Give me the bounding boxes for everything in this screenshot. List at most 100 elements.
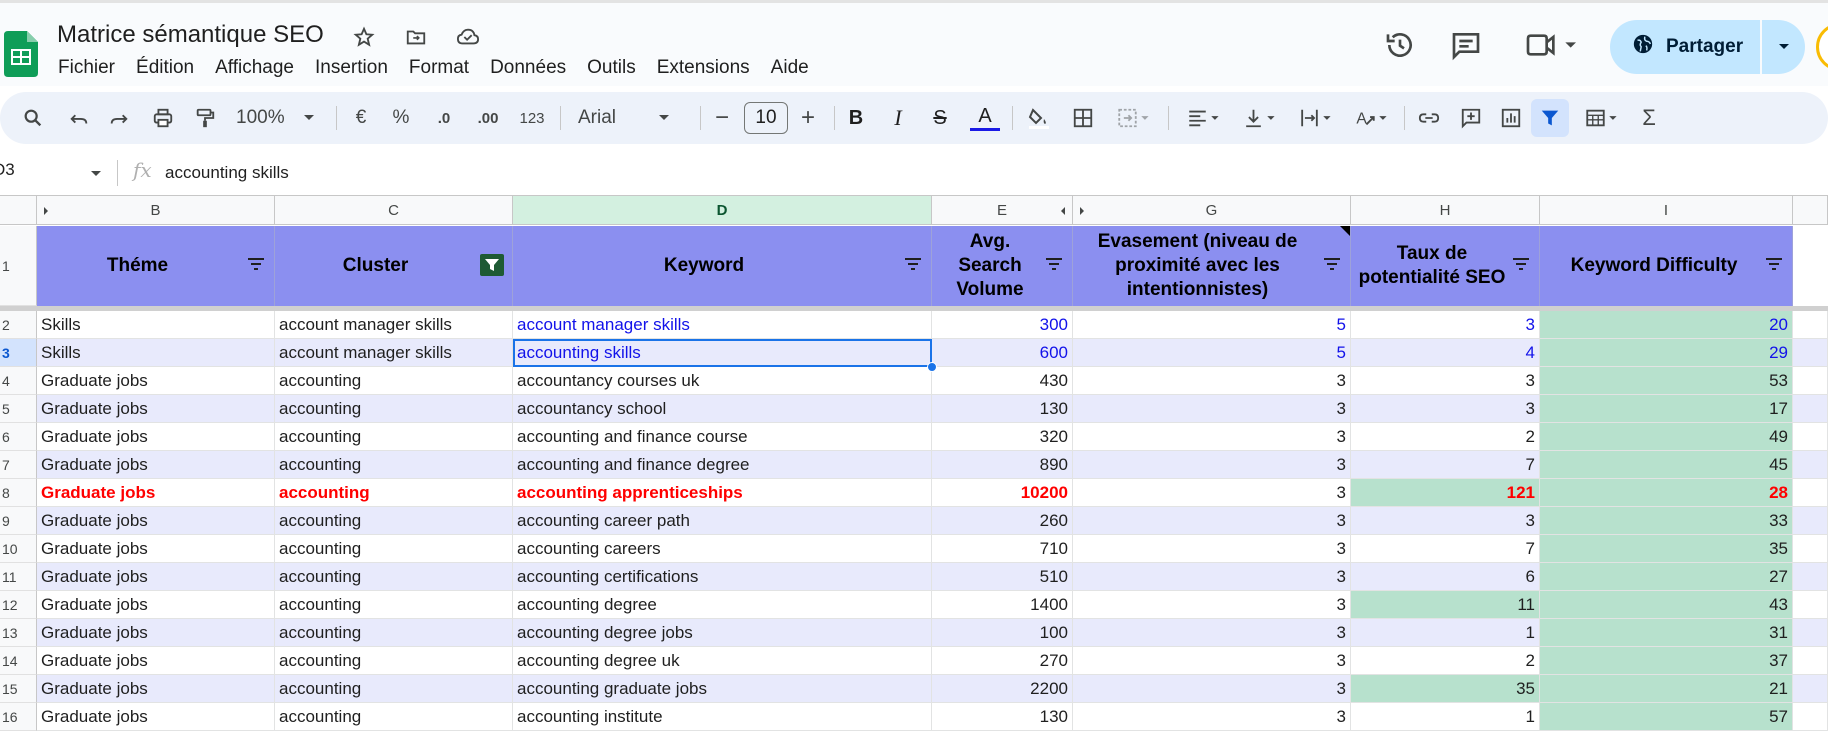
cell-cluster[interactable]: accounting	[275, 423, 513, 451]
column-header-e[interactable]: E	[932, 195, 1073, 225]
filter-button-icon[interactable]	[1322, 256, 1342, 272]
cell-keyword[interactable]: accounting and finance degree	[513, 451, 932, 479]
cell-taux[interactable]: 1	[1351, 703, 1540, 731]
cell-difficulty[interactable]: 27	[1540, 563, 1793, 591]
menu-donnees[interactable]: Données	[490, 57, 566, 79]
row-header[interactable]: 15	[0, 675, 37, 703]
header-cell-taux[interactable]: Taux de potentialité SEO	[1351, 226, 1540, 306]
cell-theme[interactable]: Graduate jobs	[37, 535, 275, 563]
row-header[interactable]: 7	[0, 451, 37, 479]
empty-header-cell[interactable]	[1793, 226, 1828, 306]
cell-theme[interactable]: Graduate jobs	[37, 675, 275, 703]
cell-evasement[interactable]: 3	[1073, 395, 1351, 423]
cell-cluster[interactable]: accounting	[275, 647, 513, 675]
row-header[interactable]: 6	[0, 423, 37, 451]
filter-button-icon[interactable]	[1511, 256, 1531, 272]
cell-cluster[interactable]: accounting	[275, 619, 513, 647]
cell-evasement[interactable]: 3	[1073, 451, 1351, 479]
cell-theme[interactable]: Graduate jobs	[37, 619, 275, 647]
cell-difficulty[interactable]: 17	[1540, 395, 1793, 423]
cell-theme[interactable]: Graduate jobs	[37, 479, 275, 507]
chevron-down-icon[interactable]	[90, 170, 102, 178]
cell-cluster[interactable]: accounting	[275, 367, 513, 395]
cell-empty[interactable]	[1793, 563, 1828, 591]
undo-icon[interactable]	[62, 92, 96, 144]
increase-font-size-button[interactable]: +	[794, 92, 822, 144]
formula-input[interactable]: accounting skills	[165, 163, 289, 183]
strikethrough-button[interactable]: S	[926, 92, 954, 144]
cell-evasement[interactable]: 5	[1073, 311, 1351, 339]
cell-empty[interactable]	[1793, 451, 1828, 479]
bold-button[interactable]: B	[842, 92, 870, 144]
cell-difficulty[interactable]: 33	[1540, 507, 1793, 535]
cell-cluster[interactable]: accounting	[275, 507, 513, 535]
cell-keyword[interactable]: accounting degree jobs	[513, 619, 932, 647]
cell-keyword[interactable]: accounting graduate jobs	[513, 675, 932, 703]
cell-volume[interactable]: 260	[932, 507, 1073, 535]
cell-difficulty[interactable]: 49	[1540, 423, 1793, 451]
print-icon[interactable]	[146, 92, 180, 144]
cell-empty[interactable]	[1793, 507, 1828, 535]
cell-theme[interactable]: Graduate jobs	[37, 591, 275, 619]
cell-theme[interactable]: Graduate jobs	[37, 367, 275, 395]
cell-evasement[interactable]: 3	[1073, 703, 1351, 731]
name-box[interactable]: D3	[0, 160, 15, 180]
decrease-font-size-button[interactable]: −	[708, 92, 736, 144]
fill-handle[interactable]	[927, 362, 937, 372]
cell-difficulty[interactable]: 45	[1540, 451, 1793, 479]
move-to-folder-icon[interactable]	[402, 23, 430, 51]
filter-button-icon[interactable]	[1764, 256, 1784, 272]
header-cell-theme[interactable]: Théme	[37, 226, 275, 306]
cell-cluster[interactable]: account manager skills	[275, 311, 513, 339]
cell-difficulty[interactable]: 21	[1540, 675, 1793, 703]
cell-empty[interactable]	[1793, 675, 1828, 703]
cell-cluster[interactable]: accounting	[275, 675, 513, 703]
cell-evasement[interactable]: 3	[1073, 563, 1351, 591]
comments-icon[interactable]	[1450, 29, 1482, 66]
row-header[interactable]: 5	[0, 395, 37, 423]
column-header-d[interactable]: D	[513, 195, 932, 225]
share-button[interactable]: Partager	[1610, 20, 1805, 74]
text-wrapping-icon[interactable]	[1290, 92, 1340, 144]
cell-evasement[interactable]: 3	[1073, 367, 1351, 395]
cell-theme[interactable]: Graduate jobs	[37, 423, 275, 451]
cell-empty[interactable]	[1793, 311, 1828, 339]
text-rotation-icon[interactable]: A	[1346, 92, 1396, 144]
zoom-select[interactable]: 100%	[236, 92, 326, 144]
cell-evasement[interactable]: 3	[1073, 619, 1351, 647]
cell-difficulty[interactable]: 20	[1540, 311, 1793, 339]
cell-volume[interactable]: 320	[932, 423, 1073, 451]
row-header[interactable]: 13	[0, 619, 37, 647]
cell-cluster[interactable]: accounting	[275, 563, 513, 591]
cell-evasement[interactable]: 3	[1073, 423, 1351, 451]
cell-evasement[interactable]: 3	[1073, 479, 1351, 507]
cell-volume[interactable]: 100	[932, 619, 1073, 647]
cell-volume[interactable]: 130	[932, 395, 1073, 423]
cell-volume[interactable]: 890	[932, 451, 1073, 479]
merge-cells-icon[interactable]	[1108, 92, 1158, 144]
fill-color-icon[interactable]	[1022, 92, 1056, 144]
menu-extensions[interactable]: Extensions	[657, 57, 750, 79]
paint-format-icon[interactable]	[188, 92, 222, 144]
cell-evasement[interactable]: 5	[1073, 339, 1351, 367]
cell-empty[interactable]	[1793, 339, 1828, 367]
column-header-g[interactable]: G	[1073, 195, 1351, 225]
history-icon[interactable]	[1384, 29, 1416, 66]
row-header[interactable]: 8	[0, 479, 37, 507]
expand-hidden-column-icon[interactable]	[1079, 206, 1085, 216]
cell-theme[interactable]: Graduate jobs	[37, 395, 275, 423]
cell-taux[interactable]: 7	[1351, 451, 1540, 479]
avatar[interactable]	[1816, 23, 1828, 71]
cell-volume[interactable]: 710	[932, 535, 1073, 563]
meet-icon[interactable]	[1524, 29, 1580, 66]
cell-keyword[interactable]: accountancy courses uk	[513, 367, 932, 395]
cell-volume[interactable]: 270	[932, 647, 1073, 675]
decrease-decimal-button[interactable]: .0	[426, 92, 462, 144]
redo-icon[interactable]	[102, 92, 136, 144]
cell-evasement[interactable]: 3	[1073, 507, 1351, 535]
filter-button-icon[interactable]	[246, 256, 266, 272]
row-header[interactable]: 11	[0, 563, 37, 591]
font-size-input[interactable]: 10	[744, 102, 788, 134]
cell-keyword[interactable]: accounting careers	[513, 535, 932, 563]
cell-difficulty[interactable]: 29	[1540, 339, 1793, 367]
